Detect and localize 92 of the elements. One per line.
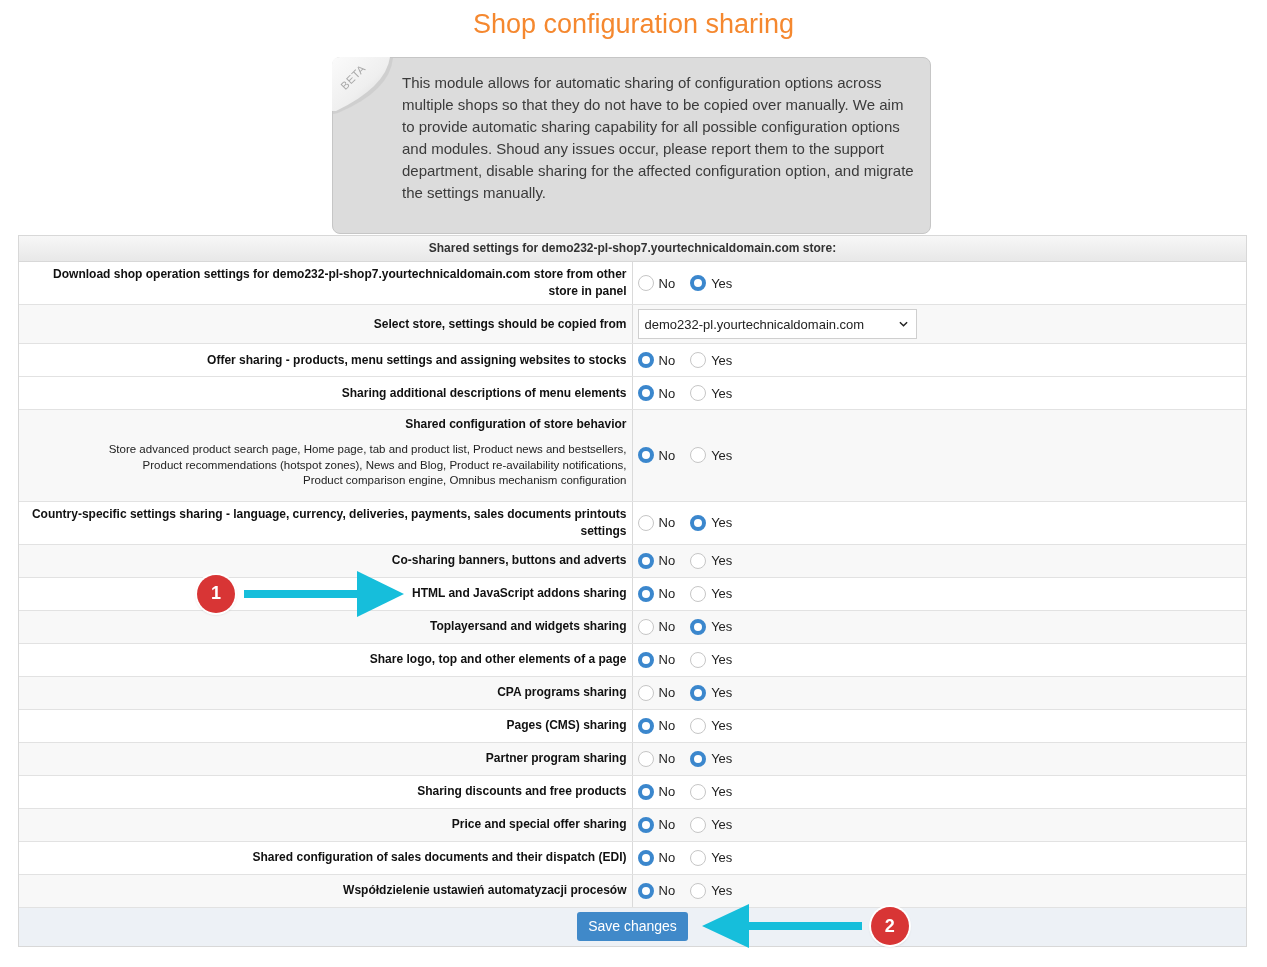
option-label: Yes: [711, 515, 733, 530]
setting-label: CPA programs sharing: [497, 684, 627, 701]
option-label: Yes: [711, 352, 733, 368]
option-label: No: [658, 751, 676, 766]
option-label: Yes: [711, 447, 733, 463]
option-label: Yes: [711, 275, 733, 291]
store-select[interactable]: demo232-pl.yourtechnicaldomain.com: [637, 309, 917, 339]
radio-button[interactable]: [690, 275, 707, 291]
radio-button[interactable]: [690, 447, 707, 464]
setting-label: Współdzielenie ustawień automatyzacji procesów: [343, 882, 627, 899]
table-header: Shared settings for demo232-pl-shop7.yourtechnicaldomain.com store:: [19, 236, 1246, 262]
option-label: No: [658, 553, 676, 568]
radio-button[interactable]: [690, 552, 707, 569]
radio-button[interactable]: [637, 750, 654, 767]
setting-label: Sharing discounts and free products: [417, 783, 627, 800]
option-label: No: [658, 685, 676, 700]
page-title: Shop configuration sharing: [471, 8, 796, 40]
option-label: Yes: [711, 586, 733, 601]
radio-button[interactable]: [690, 352, 707, 368]
setting-description: Store advanced product search page, Home page, tab and product list, Product news and bestsellers, Product recommendations (hotspot zones), News and Blog, Product re-availability notifications, Product comparison engine, Omnibus mechanism configuration: [107, 442, 627, 488]
option-label: No: [658, 447, 676, 463]
setting-label: Share logo, top and other elements of a page: [369, 651, 627, 668]
option-label: No: [658, 850, 676, 865]
radio-button[interactable]: [690, 585, 707, 602]
option-label: No: [658, 385, 676, 401]
option-label: No: [658, 619, 676, 634]
radio-button[interactable]: [637, 717, 654, 734]
option-label: No: [658, 275, 676, 291]
option-label: Yes: [711, 817, 733, 832]
chevron-down-icon: [898, 321, 908, 327]
radio-button[interactable]: [690, 816, 707, 833]
option-label: No: [658, 352, 676, 368]
radio-button[interactable]: [637, 783, 654, 800]
save-button[interactable]: Save changes: [577, 911, 688, 941]
option-label: No: [658, 817, 676, 832]
option-label: Yes: [711, 385, 733, 401]
option-label: Yes: [711, 553, 733, 568]
radio-button[interactable]: [637, 816, 654, 833]
setting-label: Sharing additional descriptions of menu elements: [341, 384, 627, 402]
setting-label: HTML and JavaScript addons sharing: [412, 585, 627, 602]
radio-button[interactable]: [637, 352, 654, 368]
option-label: Yes: [711, 883, 733, 898]
option-label: Yes: [711, 850, 733, 865]
radio-button[interactable]: [690, 783, 707, 800]
setting-label: Shared configuration of store behavior: [405, 416, 627, 433]
setting-label: Pages (CMS) sharing: [506, 717, 627, 734]
setting-label: Toplayersand and widgets sharing: [430, 618, 627, 635]
option-label: Yes: [711, 718, 733, 733]
notice-text: This module allows for automatic sharing of configuration options across multiple shops so that they do not have to be copied over manually. We aim to provide automatic sharing capability for all possible configuration options and modules. Shoud any issues occur, please report them to the support department, disable sharing for the affected configuration option, and migrate the settings manually.: [402, 73, 914, 203]
radio-button[interactable]: [637, 514, 654, 531]
setting-label: Country-specific settings sharing - language, currency, deliveries, payments, sales documents printouts settings: [30, 505, 627, 540]
radio-button[interactable]: [690, 717, 707, 734]
radio-button[interactable]: [637, 447, 654, 464]
radio-button[interactable]: [637, 275, 654, 291]
option-label: Yes: [711, 619, 733, 634]
option-label: No: [658, 586, 676, 601]
option-label: No: [658, 652, 676, 667]
setting-label: Download shop operation settings for demo232-pl-shop7.yourtechnicaldomain.com store from other store in panel: [52, 266, 627, 300]
radio-button[interactable]: [690, 684, 707, 701]
arrow-icon: [244, 570, 404, 617]
setting-label: Partner program sharing: [485, 750, 627, 767]
option-label: Yes: [711, 751, 733, 766]
option-label: No: [658, 718, 676, 733]
radio-button[interactable]: [690, 750, 707, 767]
option-label: Yes: [711, 685, 733, 700]
setting-label: Offer sharing - products, menu settings and assigning websites to stocks: [207, 351, 627, 369]
callout-badge: 1: [197, 574, 235, 613]
radio-button[interactable]: [690, 514, 707, 531]
radio-button[interactable]: [637, 552, 654, 569]
setting-label: Co-sharing banners, buttons and adverts: [391, 552, 627, 569]
option-label: Yes: [711, 652, 733, 667]
radio-button[interactable]: [690, 618, 707, 635]
callout-badge: 2: [870, 907, 909, 945]
option-label: No: [658, 784, 676, 799]
radio-button[interactable]: [637, 651, 654, 668]
option-label: Yes: [711, 784, 733, 799]
radio-button[interactable]: [637, 849, 654, 866]
radio-button[interactable]: [637, 385, 654, 401]
option-label: No: [658, 883, 676, 898]
radio-button[interactable]: [690, 385, 707, 401]
radio-button[interactable]: [637, 585, 654, 602]
radio-button[interactable]: [690, 651, 707, 668]
radio-button[interactable]: [637, 882, 654, 899]
arrow-icon: [701, 904, 862, 948]
setting-label: Shared configuration of sales documents and their dispatch (EDI): [252, 849, 627, 866]
radio-button[interactable]: [690, 882, 707, 899]
option-label: No: [658, 515, 676, 530]
radio-button[interactable]: [637, 684, 654, 701]
radio-button[interactable]: [637, 618, 654, 635]
setting-label: Price and special offer sharing: [451, 816, 627, 833]
setting-label: Select store, settings should be copied from: [373, 315, 627, 333]
radio-button[interactable]: [690, 849, 707, 866]
